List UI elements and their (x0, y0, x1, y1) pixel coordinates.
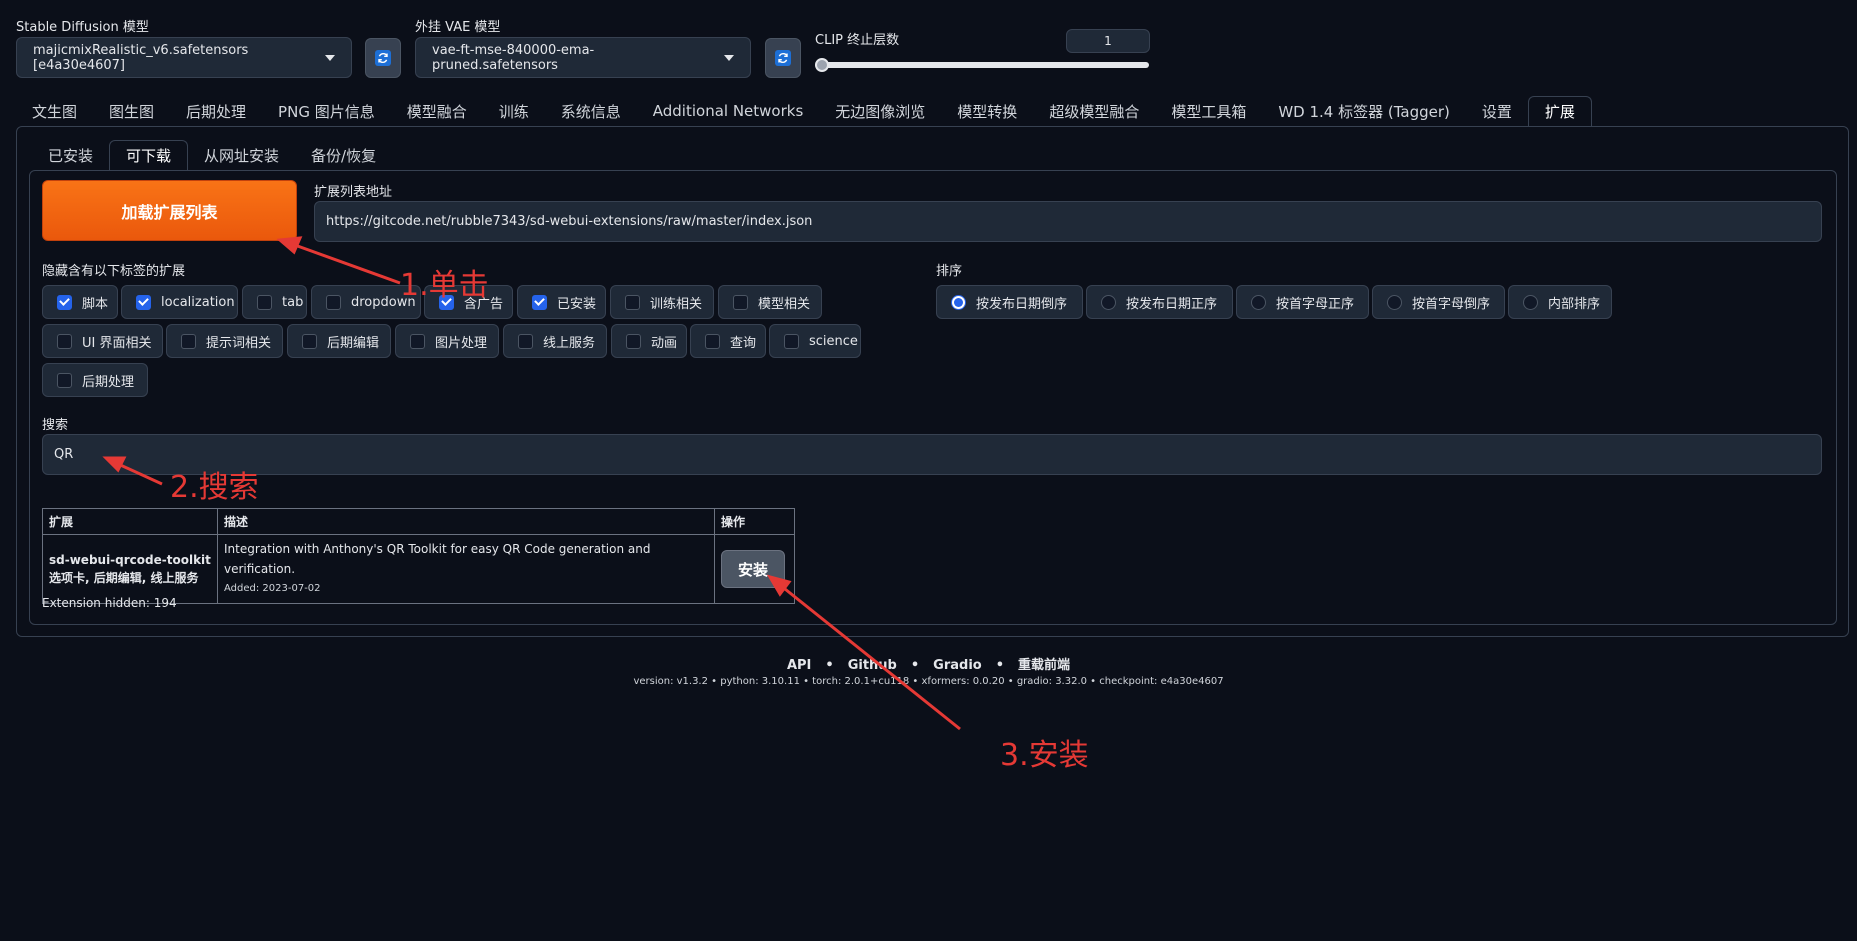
annotation-step-1: 1.单击 (400, 268, 489, 303)
annotation-arrow-3 (779, 583, 961, 731)
annotation-step-2: 2.搜索 (170, 470, 259, 505)
annotation-step-3: 3.安装 (1000, 738, 1089, 773)
annotation-arrows (102, 236, 961, 731)
annotation-arrow-2 (115, 461, 163, 486)
annotation-arrowhead-1 (276, 236, 303, 255)
annotation-arrow-1 (291, 242, 401, 285)
annotation-arrowhead-2 (102, 456, 127, 473)
